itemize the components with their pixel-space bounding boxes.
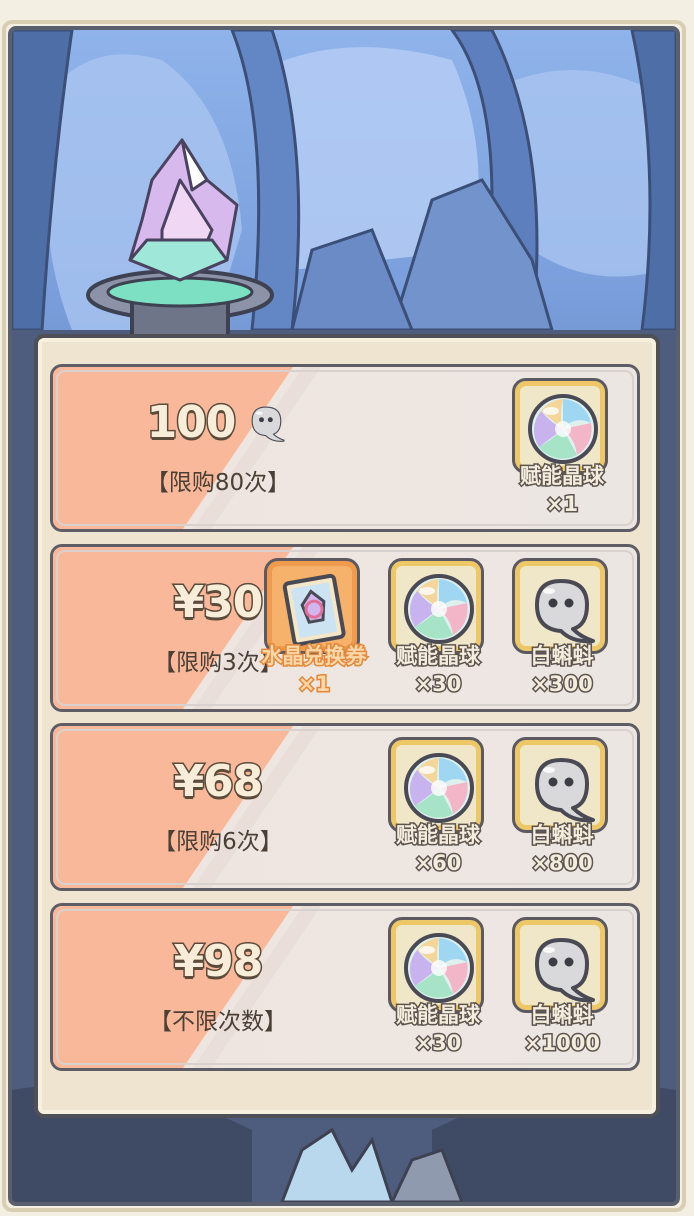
price-text: ¥68 [172,755,265,809]
reward-name: 白蝌蚪 [529,643,595,670]
energy-crystal-orb-icon [528,394,598,464]
purchase-limit: 【限购6次】 [153,829,283,855]
reward-name: 白蝌蚪 [529,1002,595,1029]
price-text: ¥98 [172,935,265,989]
reward-quantity: ×1000 [522,1030,601,1057]
price-text: 100 [145,396,238,450]
offer-price: ¥98 [103,935,333,989]
reward-item[interactable]: 赋能晶球 ×30 [388,917,488,1057]
energy-crystal-orb-icon [404,753,474,823]
reward-quantity: ×800 [530,850,594,877]
reward-quantity: ×300 [530,671,594,698]
reward-item[interactable]: 赋能晶球 ×60 [388,737,488,877]
crystal-voucher-icon [282,573,346,647]
energy-crystal-orb-icon [404,574,474,644]
purchase-limit: 【不限次数】 [149,1009,287,1035]
purchase-limit: 【限购80次】 [145,470,291,496]
offer-stripe [53,906,321,1068]
offer-stripe [53,367,321,529]
reward-item[interactable]: 白蝌蚪 ×1000 [512,917,612,1057]
offer-stripe [53,726,321,888]
price-text: ¥30 [172,576,265,630]
reward-item[interactable]: 赋能晶球 ×1 [512,378,612,518]
offer-price: ¥68 [103,755,333,809]
white-tadpole-icon [252,406,286,442]
white-tadpole-icon [535,758,595,823]
offer-price: 100 [103,396,333,450]
reward-item[interactable]: 白蝌蚪 ×300 [512,558,612,698]
reward-item[interactable]: 赋能晶球 ×30 [388,558,488,698]
reward-quantity: ×1 [544,491,579,518]
white-tadpole-icon [535,938,595,1003]
reward-item[interactable]: 白蝌蚪 ×800 [512,737,612,877]
white-tadpole-icon [535,579,595,644]
reward-name: 白蝌蚪 [529,822,595,849]
reward-name: 赋能晶球 [519,463,606,490]
energy-crystal-orb-icon [404,933,474,1003]
reward-item[interactable]: 水晶兑换券 ×1 [260,558,368,698]
